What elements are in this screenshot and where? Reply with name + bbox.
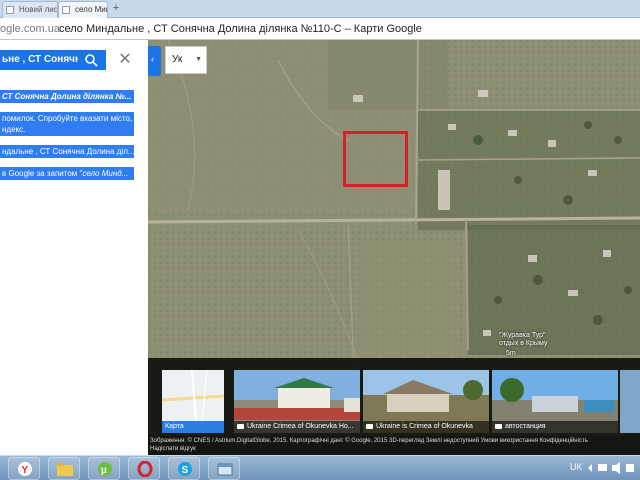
poi-label[interactable]: "Журавка Тур" отдых в Крыму: [499, 332, 547, 348]
result-item[interactable]: в Google за запитом "село Минд...: [0, 167, 134, 180]
result-line: помилок. Спробуйте вказати місто,: [2, 114, 133, 123]
opera-icon: [137, 461, 153, 477]
language-select[interactable]: Ук ▼: [165, 46, 207, 74]
photo-thumbnail[interactable]: Ukraine Crimea of Okunevka Ho...: [234, 370, 360, 433]
search-button[interactable]: [78, 50, 106, 70]
camera-icon: [237, 423, 244, 429]
caret-down-icon: ▼: [195, 56, 202, 63]
taskbar-window-button[interactable]: [208, 457, 240, 480]
address-domain: ogle.com.ua: [0, 23, 60, 35]
result-query: село Минд...: [82, 169, 129, 178]
taskbar-opera-button[interactable]: [128, 457, 160, 480]
taskbar-yandex-button[interactable]: Y: [8, 457, 40, 480]
result-line: ндальне , СТ Сонячна Долина діл...: [2, 147, 134, 156]
search-icon: [85, 54, 98, 67]
tray-network-icon: [598, 464, 607, 471]
close-icon[interactable]: ✕: [110, 50, 140, 70]
tab-favicon: [6, 6, 14, 14]
tab-favicon: [62, 6, 70, 14]
attribution-bar: Зображення: © CNES / Astrium,DigitalGlob…: [148, 436, 640, 455]
result-title: СТ Сонячна Долина ділянка №...: [2, 92, 132, 101]
parcel-highlight: [343, 131, 408, 187]
utorrent-icon: µ: [98, 462, 112, 476]
tray-arrow-icon: [588, 464, 592, 472]
address-bar[interactable]: ogle.com.ua село Миндальне , СТ Сонячна …: [0, 18, 640, 40]
language-value: Ук: [172, 54, 183, 65]
result-item[interactable]: СТ Сонячна Долина ділянка №...: [0, 90, 134, 103]
poi-label-line1: "Журавка Тур": [499, 332, 546, 339]
poi-label-line2: отдых в Крыму: [499, 340, 548, 347]
window-icon: [217, 463, 233, 476]
photo-thumbnail[interactable]: автостанция: [492, 370, 618, 433]
result-line: в Google за запитом ": [2, 169, 83, 178]
attribution-text: Зображення: © CNES / Astrium,DigitalGlob…: [150, 438, 588, 444]
tray-volume-icon: [612, 465, 616, 471]
map-thumbnail[interactable]: Карта: [162, 370, 224, 433]
folder-icon: [57, 463, 73, 476]
camera-icon: [495, 423, 502, 429]
taskbar: Y µ S UK: [0, 455, 640, 480]
feedback-link[interactable]: Надіслати відгук: [150, 445, 638, 453]
thumb-caption-text: Ukraine Crimea of Okunevka Ho...: [247, 423, 354, 430]
camera-icon: [366, 423, 373, 429]
tab-label: Новий лист — Яндекс: [19, 5, 58, 14]
yandex-icon: Y: [18, 462, 32, 476]
search-input[interactable]: ьне , СТ Сонячна: [0, 50, 78, 70]
svg-text:Y: Y: [22, 465, 29, 476]
thumb-caption: Ukraine is Crimea of Okunevka: [363, 421, 489, 433]
taskbar-skype-button[interactable]: S: [168, 457, 200, 480]
tray-icons[interactable]: [586, 462, 636, 474]
thumb-caption-text: Ukraine is Crimea of Okunevka: [376, 423, 473, 430]
photo-thumbnail[interactable]: Ukraine is Crimea of Okunevka: [363, 370, 489, 433]
search-box: ьне , СТ Сонячна ✕: [0, 40, 148, 80]
chevron-left-icon: ‹: [151, 54, 154, 64]
search-results: СТ Сонячна Долина ділянка №... помилок. …: [0, 90, 134, 189]
new-tab-button[interactable]: +: [110, 2, 122, 15]
map-scale: 5m: [506, 350, 516, 357]
photo-strip: Карта Ukraine Crimea of Okunevka Ho... U…: [148, 358, 640, 436]
photo-thumbnail-partial[interactable]: [620, 370, 640, 433]
result-item[interactable]: помилок. Спробуйте вказати місто, ндекс.: [0, 112, 134, 136]
tab-google-maps[interactable]: село Миндальне , СТ Сонячна Долина ділян…: [58, 1, 108, 18]
svg-text:S: S: [182, 465, 189, 476]
tab-yandex[interactable]: Новий лист — Яндекс: [2, 1, 58, 18]
tray-flag-icon: [626, 464, 634, 472]
map-preview: [162, 370, 224, 422]
taskbar-utorrent-button[interactable]: µ: [88, 457, 120, 480]
browser-tabbar: Новий лист — Яндекс село Миндальне , СТ …: [0, 0, 640, 18]
collapse-panel-button[interactable]: ‹: [148, 46, 161, 76]
thumb-caption: автостанция: [492, 421, 618, 433]
address-page-title: село Миндальне , СТ Сонячна Долина ділян…: [59, 23, 422, 35]
skype-icon: S: [178, 462, 192, 476]
taskbar-explorer-button[interactable]: [48, 457, 80, 480]
thumb-caption: Карта: [162, 421, 224, 433]
result-item[interactable]: ндальне , СТ Сонячна Долина діл...: [0, 145, 134, 158]
screen: Новий лист — Яндекс село Миндальне , СТ …: [0, 0, 640, 480]
result-line: ндекс.: [2, 125, 26, 134]
thumb-caption: Ukraine Crimea of Okunevka Ho...: [234, 421, 360, 433]
keyboard-language[interactable]: UK: [570, 462, 583, 472]
left-panel: ьне , СТ Сонячна ✕ СТ Сонячна Долина діл…: [0, 40, 148, 455]
thumb-caption-text: автостанция: [505, 423, 546, 430]
tab-label: село Миндальне , СТ Сонячна Долина ділян…: [75, 5, 107, 14]
svg-text:µ: µ: [101, 465, 107, 476]
